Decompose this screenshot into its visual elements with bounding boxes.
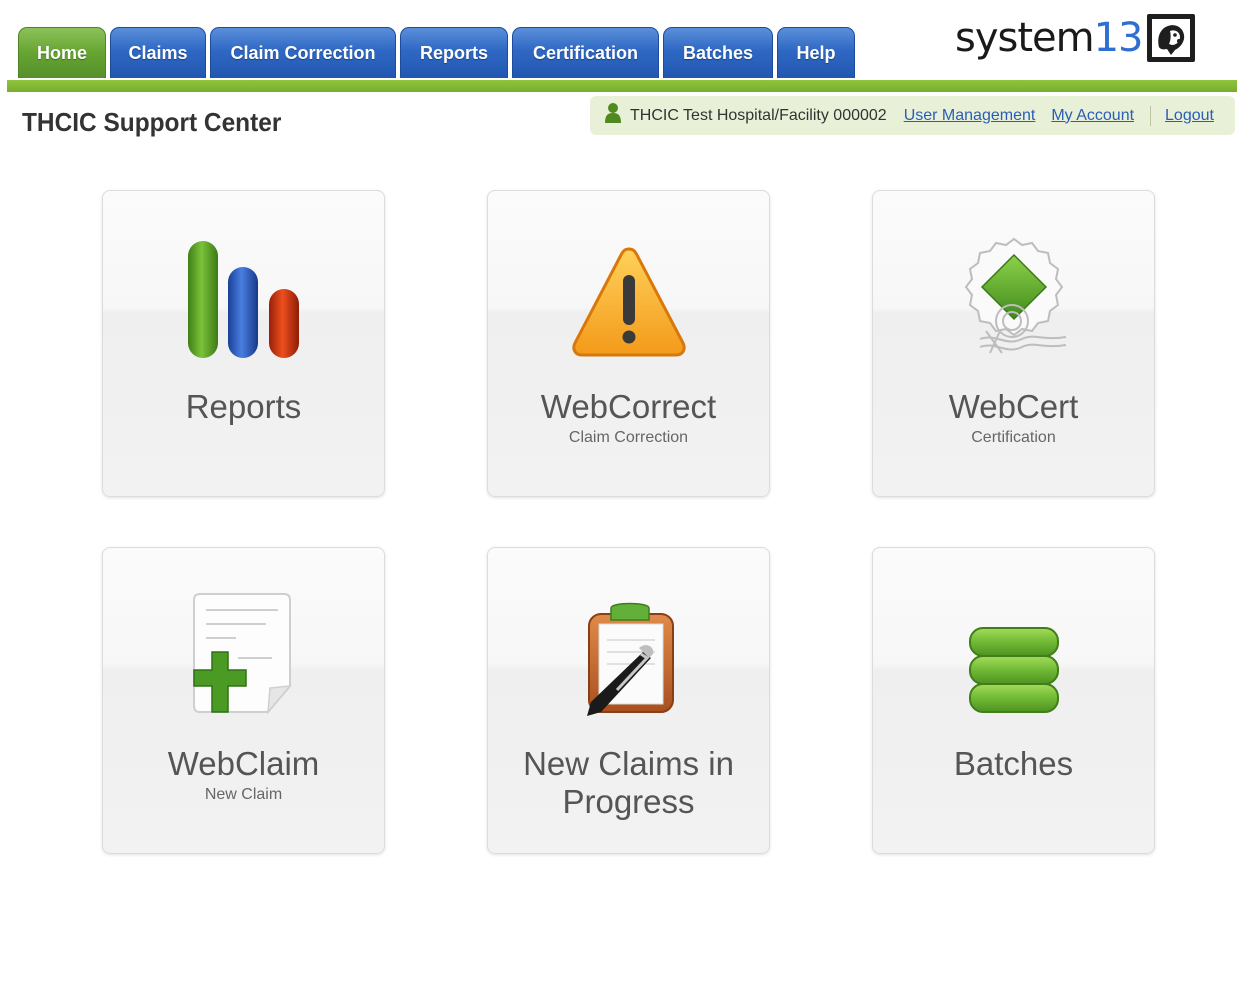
- tile-title: Batches: [953, 745, 1074, 782]
- page-title: THCIC Support Center: [22, 107, 282, 137]
- tab-claims[interactable]: Claims: [110, 27, 206, 78]
- stack-icon: [873, 626, 1154, 716]
- reports-tile[interactable]: Reports: [102, 190, 385, 497]
- tile-title: WebCert: [948, 388, 1079, 425]
- tab-label: Help: [796, 42, 836, 63]
- tile-subtitle: Claim Correction: [568, 429, 689, 446]
- tab-claim-correction[interactable]: Claim Correction: [210, 27, 396, 78]
- clipboard-pen-icon: [488, 602, 769, 718]
- tile-subtitle: Certification: [971, 429, 1056, 446]
- tab-label: Certification: [532, 42, 638, 63]
- tab-reports[interactable]: Reports: [400, 27, 508, 78]
- logo-number: 13: [1093, 15, 1144, 61]
- tab-batches[interactable]: Batches: [663, 27, 773, 78]
- user-bar: THCIC Test Hospital/Facility 000002 User…: [590, 96, 1235, 135]
- tile-title-line1: New Claims in: [523, 745, 734, 782]
- tab-help[interactable]: Help: [777, 27, 855, 78]
- nav-divider-bar: [7, 80, 1237, 92]
- tab-label: Claims: [128, 42, 188, 63]
- facility-name: THCIC Test Hospital/Facility 000002: [630, 106, 887, 124]
- certificate-seal-icon: [873, 235, 1154, 359]
- webcorrect-tile[interactable]: WebCorrect Claim Correction: [487, 190, 770, 497]
- tile-title: Reports: [185, 388, 302, 425]
- webclaim-tile[interactable]: WebClaim New Claim: [102, 547, 385, 854]
- webcert-tile[interactable]: WebCert Certification: [872, 190, 1155, 497]
- tile-title: WebCorrect: [540, 388, 717, 425]
- logout-link[interactable]: Logout: [1165, 107, 1214, 125]
- link-separator: [1150, 105, 1152, 126]
- tile-title: WebClaim: [167, 745, 320, 782]
- batches-tile[interactable]: Batches: [872, 547, 1155, 854]
- my-account-link[interactable]: My Account: [1051, 107, 1134, 125]
- dog-logo-icon: [1146, 14, 1195, 62]
- tab-label: Reports: [419, 42, 488, 63]
- user-icon: [604, 102, 622, 129]
- tab-certification[interactable]: Certification: [512, 27, 659, 78]
- system13-logo[interactable]: system13: [955, 14, 1195, 62]
- tile-subtitle: New Claim: [204, 786, 283, 803]
- new-document-icon: [103, 590, 384, 716]
- tab-home[interactable]: Home: [18, 27, 106, 78]
- new-claims-in-progress-tile[interactable]: New Claims in Progress: [487, 547, 770, 854]
- logo-text: system13: [955, 14, 1144, 62]
- tab-label: Batches: [682, 42, 754, 63]
- tab-label: Home: [36, 42, 87, 63]
- logo-word: system: [955, 15, 1095, 61]
- tile-title-line2: Progress: [562, 783, 695, 820]
- bar-chart-icon: [103, 239, 384, 361]
- warning-icon: [488, 245, 769, 359]
- tab-label: Claim Correction: [230, 42, 376, 63]
- user-management-link[interactable]: User Management: [904, 107, 1036, 125]
